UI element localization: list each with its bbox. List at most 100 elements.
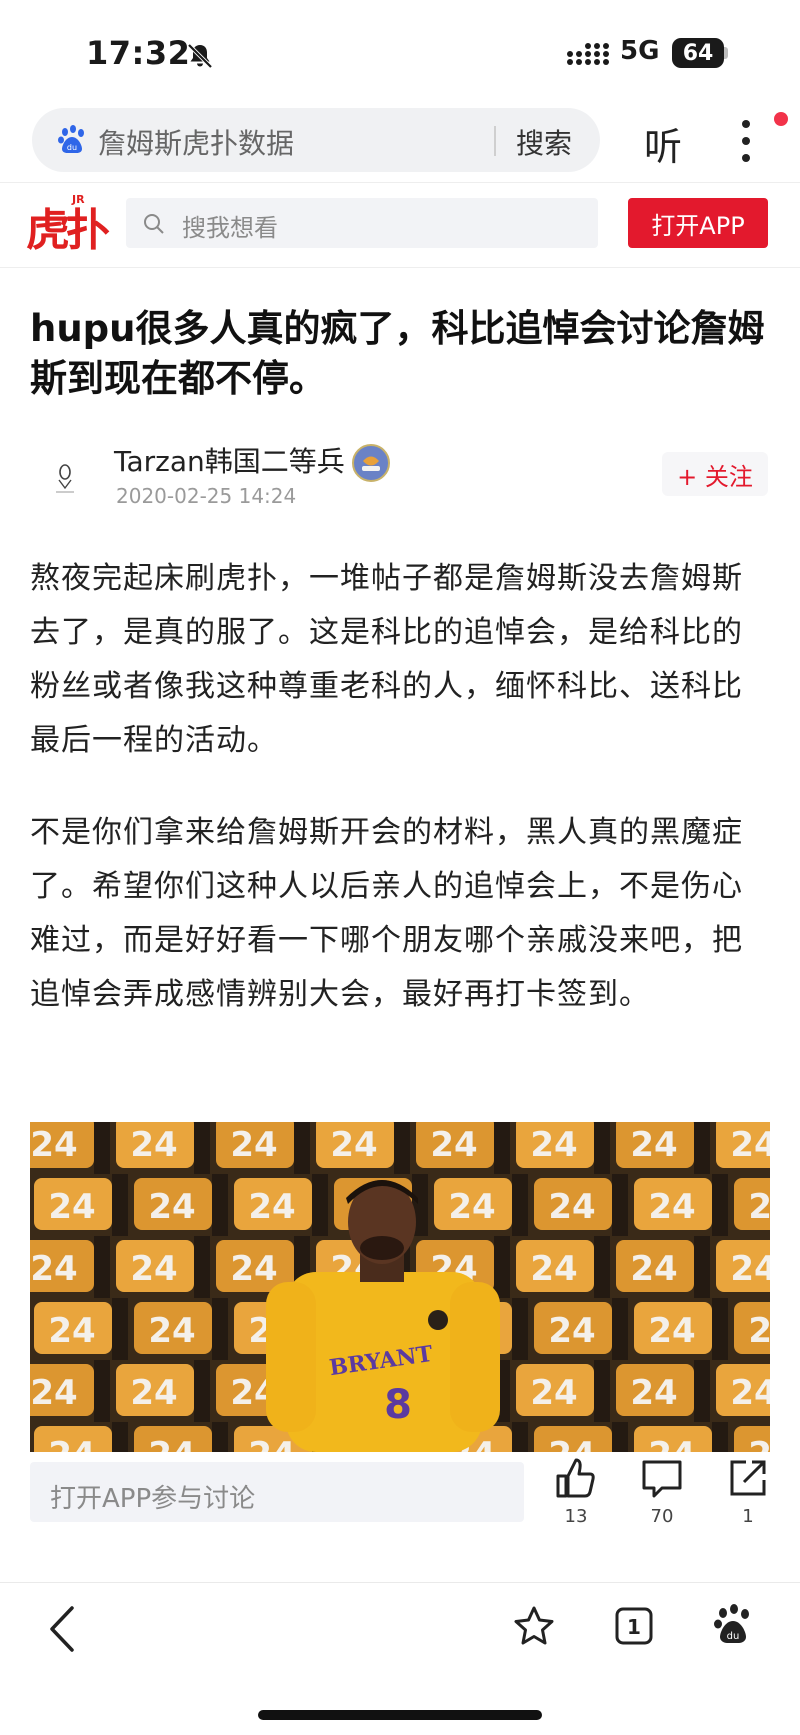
thumbs-up-icon[interactable]	[554, 1456, 598, 1500]
seat-gap	[594, 1360, 610, 1422]
listen-button[interactable]: 听	[644, 116, 682, 171]
seat-gap	[194, 1236, 210, 1298]
battery-indicator: 64	[672, 38, 724, 68]
more-icon[interactable]	[738, 118, 754, 164]
seat-number: 24	[630, 1249, 677, 1289]
baidu-paw-icon[interactable]: du	[712, 1604, 754, 1648]
likes-count: 13	[564, 1506, 588, 1527]
seat-gap	[712, 1422, 728, 1452]
seat-number: 24	[530, 1125, 577, 1165]
star-icon[interactable]	[512, 1604, 556, 1648]
seat-gap	[394, 1122, 410, 1174]
hupu-logo-tag: JR	[72, 193, 85, 206]
shares-count: 1	[742, 1506, 754, 1527]
seat-number: 24	[530, 1249, 577, 1289]
seat-number: 24	[630, 1373, 677, 1413]
tabs-icon[interactable]: 1	[614, 1606, 654, 1646]
seat-number: 24	[748, 1187, 770, 1227]
seat-gap	[494, 1122, 510, 1174]
seat-number: 24	[230, 1125, 277, 1165]
seat-gap	[594, 1236, 610, 1298]
seat-number: 24	[130, 1125, 177, 1165]
seat-number: 24	[30, 1249, 77, 1289]
comment-placeholder: 打开APP参与讨论	[50, 1484, 256, 1514]
signal-icon	[567, 43, 609, 65]
seat-number: 24	[648, 1187, 695, 1227]
seat-number: 24	[48, 1435, 95, 1452]
avatar[interactable]	[40, 452, 90, 502]
follow-button[interactable]: + 关注	[662, 452, 768, 496]
seat-gap	[512, 1298, 528, 1360]
seat-number: 24	[630, 1125, 677, 1165]
baidu-paw-icon: du	[58, 125, 84, 153]
seat-gap	[612, 1174, 628, 1236]
seat-number: 24	[548, 1187, 595, 1227]
seat-gap	[512, 1174, 528, 1236]
author-name[interactable]: Tarzan韩国二等兵	[114, 440, 345, 480]
seat-number: 24	[748, 1435, 770, 1452]
post-date: 2020-02-25 14:24	[116, 484, 297, 508]
seat-number: 24	[330, 1125, 377, 1165]
seat-gap	[212, 1298, 228, 1360]
seat-gap	[294, 1122, 310, 1174]
home-indicator	[258, 1710, 542, 1720]
seat-number: 24	[248, 1187, 295, 1227]
seat-number: 24	[548, 1435, 595, 1452]
baidu-search-button[interactable]: 搜索	[516, 122, 572, 162]
seat-number: 24	[548, 1311, 595, 1351]
seat-number: 24	[130, 1249, 177, 1289]
seat-gap	[212, 1422, 228, 1452]
notification-dot	[774, 112, 788, 126]
seat-gap	[612, 1422, 628, 1452]
seat-gap	[494, 1236, 510, 1298]
back-icon[interactable]	[46, 1604, 78, 1654]
seat-gap	[94, 1122, 110, 1174]
comment-icon[interactable]	[640, 1456, 684, 1500]
jersey-number: 8	[384, 1382, 412, 1428]
bell-off-icon	[187, 43, 213, 69]
seat-gap	[512, 1422, 528, 1452]
seat-number: 24	[130, 1373, 177, 1413]
share-icon[interactable]	[726, 1456, 770, 1500]
seat-gap	[694, 1360, 710, 1422]
seat-number: 24	[148, 1435, 195, 1452]
hupu-logo[interactable]: 虎扑	[26, 194, 110, 258]
seat-gap	[194, 1360, 210, 1422]
seat-number: 24	[48, 1187, 95, 1227]
seat-number: 24	[730, 1249, 770, 1289]
seat-gap	[112, 1174, 128, 1236]
badge-icon	[352, 444, 390, 482]
article-paragraph: 熬夜完起床刷虎扑，一堆帖子都是詹姆斯没去詹姆斯去了，是真的服了。这是科比的追悼会…	[30, 561, 743, 758]
seat-number: 24	[448, 1187, 495, 1227]
article-paragraph: 不是你们拿来给詹姆斯开会的材料，黑人真的黑魔症了。希望你们这种人以后亲人的追悼会…	[30, 815, 743, 1012]
seat-number: 24	[30, 1373, 77, 1413]
article-photo[interactable]: 24 24 24 24 24 24 24 24 24 24 24 24 24 24 24 24 24 24 24 24…	[30, 1122, 770, 1452]
seat-gap	[694, 1122, 710, 1174]
seat-number: 24	[648, 1435, 695, 1452]
seat-number: 24	[530, 1373, 577, 1413]
seat-number: 24	[730, 1125, 770, 1165]
svg-text:du: du	[67, 143, 77, 152]
seat-gap	[112, 1422, 128, 1452]
seat-number: 24	[48, 1311, 95, 1351]
seat-gap	[694, 1236, 710, 1298]
seat-number: 24	[748, 1311, 770, 1351]
seat-gap	[712, 1174, 728, 1236]
svg-text:du: du	[727, 1631, 740, 1642]
site-search-placeholder: 搜我想看	[182, 214, 278, 242]
photo-illustration: 24 24 24 24 24 24 24 24 24 24 24 24 24 24 24 24 24 24 24 24…	[30, 1122, 770, 1452]
seat-gap	[212, 1174, 228, 1236]
seat-gap	[594, 1122, 610, 1174]
divider	[494, 126, 496, 156]
status-time: 17:32	[86, 34, 191, 72]
network-type: 5G	[620, 36, 660, 66]
seat-gap	[194, 1122, 210, 1174]
open-app-button[interactable]: 打开APP	[628, 198, 768, 248]
article-title: hupu很多人真的疯了，科比追悼会讨论詹姆斯到现在都不停。	[30, 307, 765, 400]
seat-number: 24	[648, 1311, 695, 1351]
seat-number: 24	[248, 1435, 295, 1452]
seat-number: 24	[430, 1125, 477, 1165]
baidu-search-query[interactable]: 詹姆斯虎扑数据	[98, 122, 294, 162]
seat-gap	[94, 1236, 110, 1298]
comments-count: 70	[650, 1506, 674, 1527]
